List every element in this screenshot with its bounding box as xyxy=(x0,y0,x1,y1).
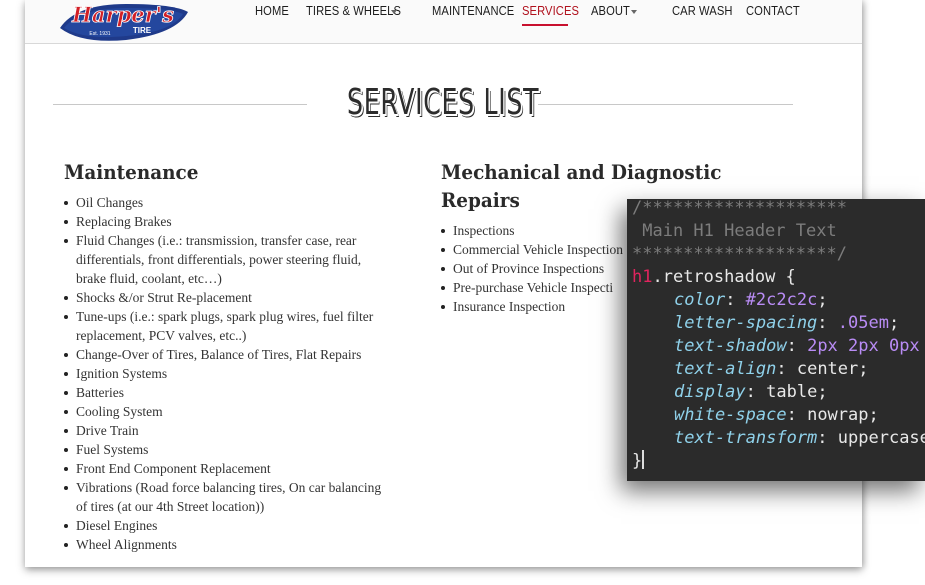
code-prop-line: text-shadow: 2px 2px 0px xyxy=(674,336,920,356)
list-item-line: of tires (at our 4th Street location)) xyxy=(76,499,265,514)
list-item: Ignition Systems xyxy=(64,364,404,383)
list-item-line: replacement, PCV valves, etc..) xyxy=(76,328,247,343)
code-open-brace: { xyxy=(775,267,796,287)
chevron-down-icon[interactable] xyxy=(391,10,397,14)
code-prop-line: display: table; xyxy=(674,382,828,402)
text-cursor xyxy=(642,450,645,469)
list-item: Pre-purchase Vehicle Inspecti xyxy=(441,278,641,297)
code-prop-name: text-align xyxy=(674,359,777,379)
nav-car-wash[interactable]: CAR WASH xyxy=(672,3,733,18)
code-selector-class: .retroshadow xyxy=(652,267,776,287)
list-item: Change-Over of Tires, Balance of Tires, … xyxy=(64,345,404,364)
list-item: Out of Province Inspections xyxy=(441,259,641,278)
list-item: Insurance Inspection xyxy=(441,297,641,316)
code-selector-tag: h1 xyxy=(632,267,653,287)
code-prop-value: center xyxy=(796,359,859,379)
list-item-line: Tune-ups (i.e.: spark plugs, spark plug … xyxy=(76,309,374,324)
list-item: Cooling System xyxy=(64,402,404,421)
list-item-line: differentials, front differentials, powe… xyxy=(76,252,362,267)
title-divider-left xyxy=(53,104,307,105)
harpers-tire-logo[interactable]: Harper's TIRE Est. 1931 xyxy=(56,0,190,46)
list-item: Shocks &/or Strut Re-placement xyxy=(64,288,404,307)
code-prop-value: table xyxy=(766,382,818,402)
code-prop-value: uppercase xyxy=(837,428,925,448)
code-comment-line: /******************** xyxy=(632,199,847,218)
list-item: Replacing Brakes xyxy=(64,212,404,231)
list-item: Drive Train xyxy=(64,421,404,440)
mechanical-heading-line1: Mechanical and Diagnostic xyxy=(441,160,722,184)
top-navbar: Harper's TIRE Est. 1931 HOME TIRES & WHE… xyxy=(25,0,862,44)
code-comment-line: Main H1 Header Text xyxy=(632,221,837,241)
code-prop-value: nowrap xyxy=(807,405,869,425)
list-item: Front End Component Replacement xyxy=(64,459,404,478)
logo-est: Est. 1931 xyxy=(89,31,110,37)
list-item: Diesel Engines xyxy=(64,516,404,535)
page-title-block: SERVICES LIST xyxy=(53,82,793,126)
code-prop-value: 2px 2px 0px xyxy=(807,336,920,356)
chevron-down-icon[interactable] xyxy=(631,10,637,14)
list-item: Commercial Vehicle Inspection xyxy=(441,240,641,259)
title-divider-right xyxy=(538,104,793,105)
list-item: Fuel Systems xyxy=(64,440,404,459)
list-item: Fluid Changes (i.e.: transmission, trans… xyxy=(64,231,404,288)
list-item: Inspections xyxy=(441,221,641,240)
nav-maintenance[interactable]: MAINTENANCE xyxy=(432,3,514,18)
code-prop-name: color xyxy=(674,290,726,310)
code-prop-line: color: #2c2c2c; xyxy=(674,290,828,310)
maintenance-heading: Maintenance xyxy=(64,160,199,184)
code-prop-name: letter-spacing xyxy=(674,313,818,333)
nav-tires-wheels[interactable]: TIRES & WHEELS xyxy=(306,3,401,18)
code-prop-name: text-transform xyxy=(674,428,818,448)
code-close-line: } xyxy=(632,450,645,473)
mechanical-heading-line2: Repairs xyxy=(441,188,520,212)
code-prop-line: text-align: center; xyxy=(674,359,869,379)
code-prop-name: display xyxy=(674,382,746,402)
code-prop-line: letter-spacing: .05em; xyxy=(674,313,900,333)
nav-services[interactable]: SERVICES xyxy=(522,3,579,18)
list-item: Batteries xyxy=(64,383,404,402)
code-close-brace: } xyxy=(632,451,643,471)
code-prop-name: text-shadow xyxy=(674,336,787,356)
maintenance-list: Oil Changes Replacing Brakes Fluid Chang… xyxy=(64,193,404,554)
code-prop-value: #2c2c2c xyxy=(745,290,818,310)
list-item: Vibrations (Road force balancing tires, … xyxy=(64,478,404,516)
mechanical-list: Inspections Commercial Vehicle Inspectio… xyxy=(441,221,641,316)
code-prop-line: text-transform: uppercase xyxy=(674,427,925,450)
nav-home[interactable]: HOME xyxy=(255,3,289,18)
nav-contact[interactable]: CONTACT xyxy=(746,3,800,18)
list-item: Wheel Alignments xyxy=(64,535,404,554)
code-prop-value: .05em xyxy=(837,313,889,333)
code-editor-overlay: /******************** Main H1 Header Tex… xyxy=(627,199,925,481)
list-item: Oil Changes xyxy=(64,193,404,212)
list-item-line: Vibrations (Road force balancing tires, … xyxy=(76,480,382,495)
active-nav-underline xyxy=(522,24,568,26)
list-item-line: Fluid Changes (i.e.: transmission, trans… xyxy=(76,233,357,248)
code-selector-line: h1.retroshadow { xyxy=(632,266,796,289)
list-item: Tune-ups (i.e.: spark plugs, spark plug … xyxy=(64,307,404,345)
logo-wordmark: Harper's xyxy=(71,2,174,27)
code-prop-line: white-space: nowrap; xyxy=(674,405,879,425)
list-item-line: brake fluid, coolant, etc…) xyxy=(76,271,222,286)
code-comment-line: ********************/ xyxy=(632,244,847,264)
page-title: SERVICES LIST xyxy=(347,82,540,123)
logo-sub: TIRE xyxy=(133,26,152,35)
code-prop-name: white-space xyxy=(674,405,787,425)
nav-about[interactable]: ABOUT xyxy=(591,3,630,18)
